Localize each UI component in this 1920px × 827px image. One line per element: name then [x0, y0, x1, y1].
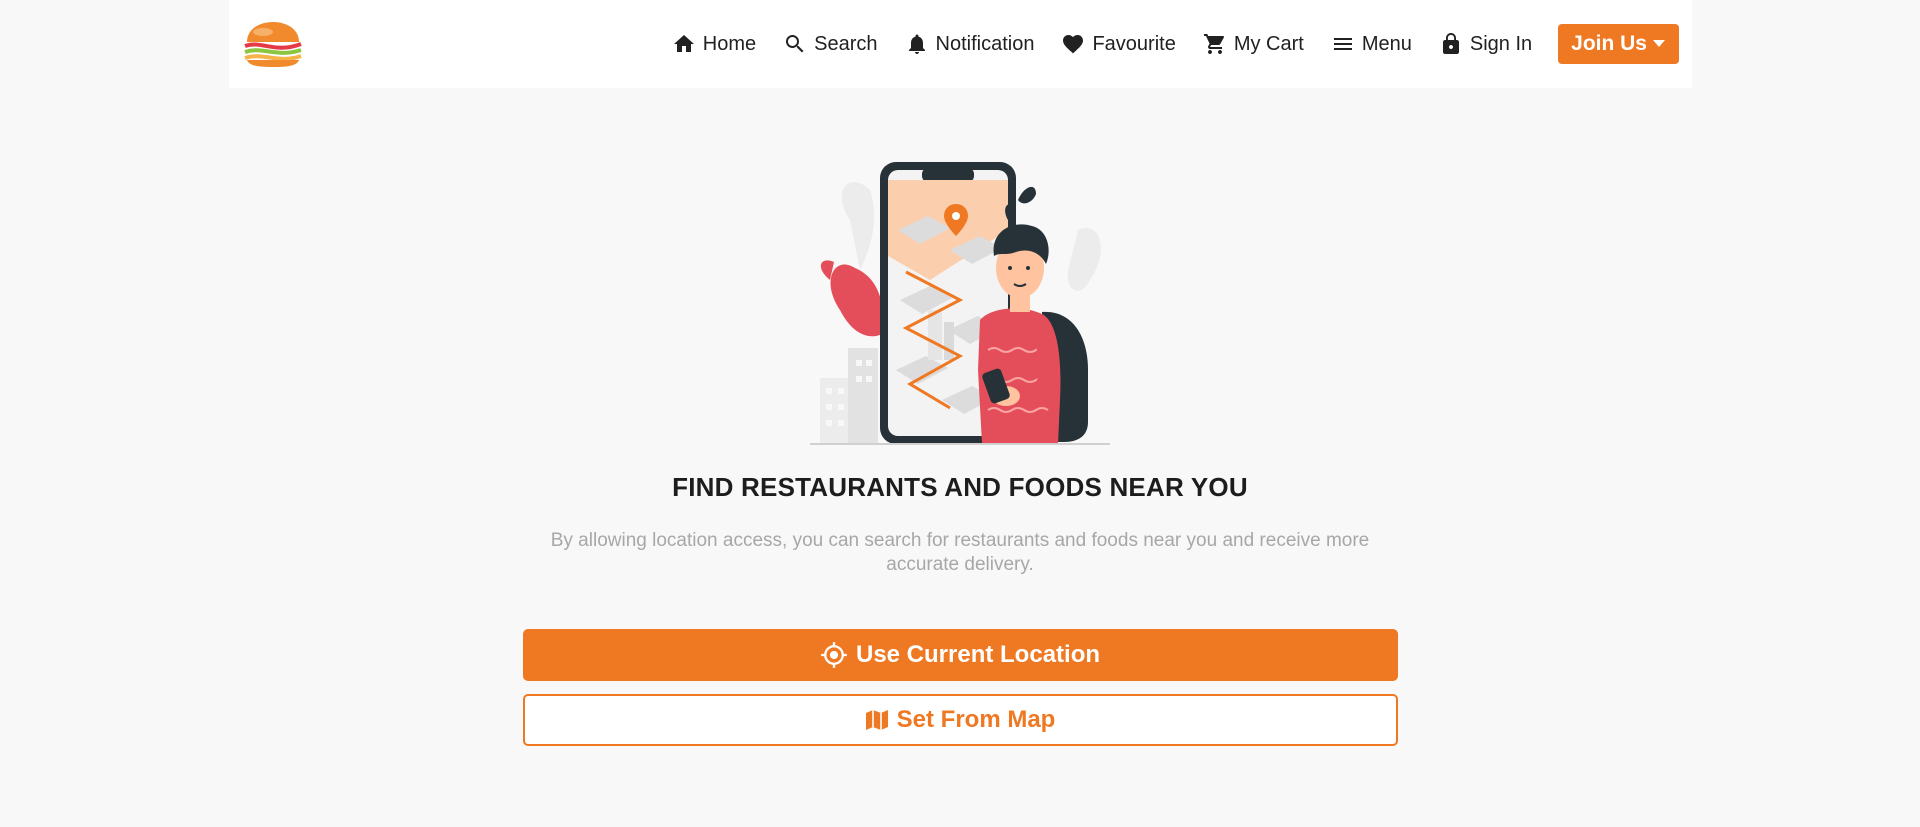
nav-sign-in[interactable]: Sign In: [1439, 32, 1532, 56]
nav-search[interactable]: Search: [783, 32, 878, 56]
nav-menu-label: Menu: [1361, 32, 1412, 55]
caret-down-icon: [1653, 40, 1665, 47]
heart-icon: [1063, 35, 1084, 54]
cart-icon: [1203, 34, 1224, 54]
nav-notification-label: Notification: [935, 32, 1035, 55]
location-target-icon: [821, 642, 847, 668]
set-from-map-button[interactable]: Set From Map: [522, 694, 1398, 746]
lock-icon: [1442, 33, 1459, 54]
nav-notification[interactable]: Notification: [905, 32, 1035, 56]
join-us-label: Join Us: [1571, 32, 1647, 55]
top-navbar: Home Search Notification Favourite My Ca…: [229, 0, 1692, 88]
nav-home[interactable]: Home: [672, 32, 756, 56]
nav-search-label: Search: [814, 32, 878, 55]
use-current-location-button[interactable]: Use Current Location: [522, 629, 1398, 681]
nav-menu: Home Search Notification Favourite My Ca…: [645, 24, 1679, 64]
home-icon: [673, 35, 694, 52]
menu-icon: [1333, 38, 1352, 50]
nav-my-cart-label: My Cart: [1233, 32, 1304, 55]
page-title: FIND RESTAURANTS AND FOODS NEAR YOU: [672, 472, 1248, 502]
bell-icon: [908, 34, 925, 54]
nav-menu-item[interactable]: Menu: [1331, 32, 1412, 56]
search-icon: [786, 35, 804, 53]
use-current-location-label: Use Current Location: [855, 641, 1101, 668]
map-icon: [865, 710, 888, 730]
nav-home-label: Home: [702, 32, 757, 55]
location-permission-panel: FIND RESTAURANTS AND FOODS NEAR YOU By a…: [0, 160, 1920, 746]
nav-sign-in-label: Sign In: [1469, 32, 1533, 55]
nav-my-cart[interactable]: My Cart: [1203, 32, 1304, 56]
location-map-illustration: [810, 162, 1110, 445]
set-from-map-label: Set From Map: [896, 706, 1056, 733]
burger-logo[interactable]: [241, 20, 305, 68]
nav-favourite[interactable]: Favourite: [1061, 32, 1176, 56]
page-description: By allowing location access, you can sea…: [550, 530, 1370, 575]
join-us-button[interactable]: Join Us: [1558, 24, 1679, 64]
nav-favourite-label: Favourite: [1092, 32, 1176, 55]
